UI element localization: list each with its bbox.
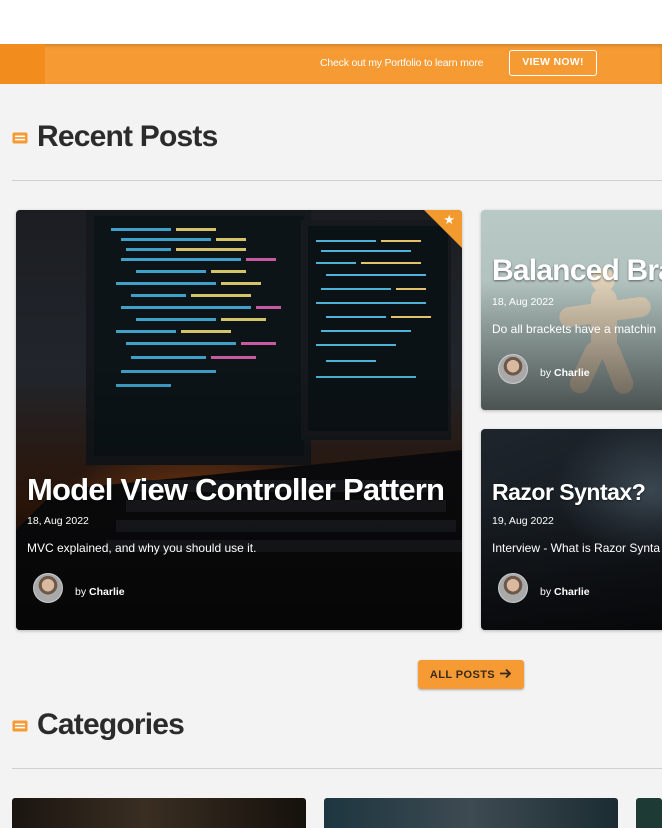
category-card[interactable]	[324, 798, 618, 828]
promo-accent-block	[0, 44, 45, 84]
top-navbar	[0, 0, 662, 44]
recent-posts-title: Recent Posts	[37, 120, 218, 153]
post-author: by Charlie	[75, 586, 125, 598]
category-card[interactable]	[12, 798, 306, 828]
post-excerpt: Do all brackets have a matchin	[492, 322, 657, 336]
post-date: 18, Aug 2022	[27, 515, 89, 527]
post-card-razor-syntax[interactable]: Razor Syntax? 19, Aug 2022 Interview - W…	[481, 429, 662, 630]
all-posts-button[interactable]: ALL POSTS	[418, 660, 524, 689]
section-divider	[12, 180, 662, 181]
category-card[interactable]	[636, 798, 662, 828]
post-excerpt: MVC explained, and why you should use it…	[27, 541, 257, 555]
arrow-right-icon	[499, 668, 512, 682]
star-icon: ★	[443, 212, 455, 227]
post-date: 18, Aug 2022	[492, 296, 554, 308]
post-title[interactable]: Model View Controller Pattern	[27, 472, 445, 508]
image-overlay	[16, 210, 462, 630]
view-now-button[interactable]: VIEW NOW!	[509, 50, 597, 76]
promo-text: Check out my Portfolio to learn more	[320, 57, 484, 69]
card-list-icon	[12, 719, 28, 732]
post-author: by Charlie	[540, 586, 590, 598]
recent-posts-header: Recent Posts	[12, 120, 218, 154]
card-list-icon	[12, 131, 28, 144]
post-excerpt: Interview - What is Razor Synta	[492, 541, 661, 555]
author-avatar	[33, 573, 63, 603]
post-author: by Charlie	[540, 367, 590, 379]
categories-header: Categories	[12, 708, 185, 742]
post-card-balanced-brackets[interactable]: Balanced Bra 18, Aug 2022 Do all bracket…	[481, 210, 662, 410]
post-title[interactable]: Razor Syntax?	[492, 479, 646, 506]
promo-banner: Check out my Portfolio to learn more VIE…	[0, 44, 662, 84]
section-divider	[12, 768, 662, 769]
categories-title: Categories	[37, 708, 185, 741]
post-card-mvc[interactable]: ★ Model View Controller Pattern 18, Aug …	[16, 210, 462, 630]
post-date: 19, Aug 2022	[492, 515, 554, 527]
author-avatar	[498, 354, 528, 384]
all-posts-label: ALL POSTS	[429, 668, 496, 681]
author-avatar	[498, 573, 528, 603]
post-title[interactable]: Balanced Bra	[492, 254, 662, 288]
